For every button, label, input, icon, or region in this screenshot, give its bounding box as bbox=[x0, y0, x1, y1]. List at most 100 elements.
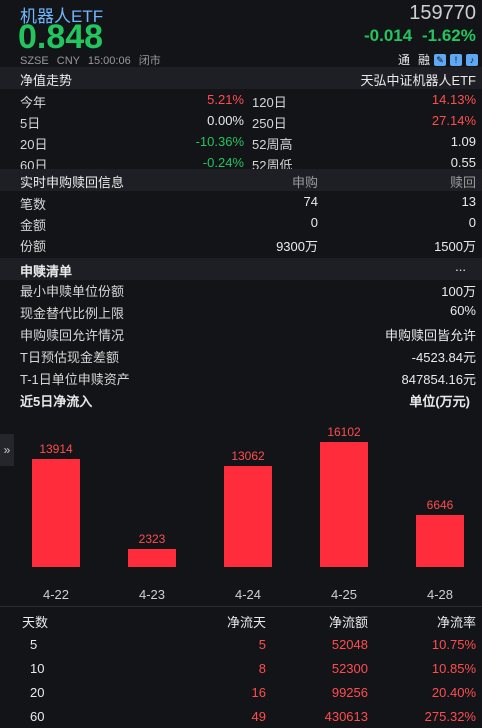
edit-icon[interactable]: ✎ bbox=[434, 54, 446, 66]
realtime-header: 实时申购赎回信息 申购 赎回 bbox=[0, 169, 482, 191]
realtime-redeem-value: 0 bbox=[468, 215, 476, 230]
chart-bar bbox=[416, 515, 464, 567]
price-change-pct: -1.62% bbox=[422, 26, 476, 45]
list-label: 申购赎回允许情况 bbox=[20, 328, 125, 343]
net-rate-cell: 10.75% bbox=[431, 637, 476, 652]
chart-bar bbox=[320, 442, 368, 567]
list-value: -4523.84元 bbox=[411, 350, 476, 365]
col-net-amount: 净流额 bbox=[328, 615, 368, 630]
list-label: 现金替代比例上限 bbox=[20, 306, 125, 321]
chart-category-label: 4-23 bbox=[138, 587, 166, 602]
market-status: 闭市 bbox=[138, 55, 161, 67]
trend-header: 净值走势 天弘中证机器人ETF bbox=[0, 67, 482, 89]
alert-icon[interactable]: ! bbox=[450, 54, 462, 66]
table-row: 10 8 52300 10.85% bbox=[0, 658, 482, 680]
net-days-cell: 49 bbox=[251, 709, 266, 724]
net-days-cell: 8 bbox=[258, 661, 266, 676]
trend-row: 5日 0.00% 250日 27.14% bbox=[0, 110, 482, 132]
table-row: 60 49 430613 275.32% bbox=[0, 706, 482, 728]
days-cell: 5 bbox=[30, 637, 38, 652]
list-row: T-1日单位申赎资产 847854.16元 bbox=[0, 366, 482, 388]
trend-label-right: 120日 bbox=[252, 95, 287, 110]
list-row: T日预估现金差额 -4523.84元 bbox=[0, 344, 482, 366]
currency-label: CNY bbox=[56, 55, 80, 67]
chart-unit: 单位(万元) bbox=[409, 394, 470, 409]
side-expand-tab[interactable]: » bbox=[0, 434, 14, 466]
list-value: 申购赎回皆允许 bbox=[384, 328, 476, 343]
trend-label-right: 250日 bbox=[252, 116, 287, 131]
net-rate-cell: 275.32% bbox=[424, 709, 476, 724]
table-row: 5 5 52048 10.75% bbox=[0, 634, 482, 656]
list-label: T-1日单位申赎资产 bbox=[20, 372, 130, 387]
realtime-col-redeem: 赎回 bbox=[449, 175, 476, 190]
days-cell: 20 bbox=[30, 685, 45, 700]
realtime-label: 金额 bbox=[20, 218, 47, 233]
bell-icon[interactable]: ♪ bbox=[466, 54, 478, 66]
trend-label-right: 52周高 bbox=[252, 137, 293, 152]
chart-bar bbox=[224, 466, 272, 567]
index-name[interactable]: 天弘中证机器人ETF bbox=[360, 70, 476, 89]
realtime-label: 笔数 bbox=[20, 197, 47, 212]
days-cell: 60 bbox=[30, 709, 45, 724]
realtime-buy-value: 0 bbox=[310, 215, 318, 230]
realtime-row: 份额 9300万 1500万 bbox=[0, 233, 482, 255]
chart-header: 近5日净流入 单位(万元) bbox=[0, 388, 482, 410]
chart-category-label: 4-25 bbox=[330, 587, 358, 602]
trend-value-right: 27.14% bbox=[431, 113, 476, 128]
price-change: -0.014 bbox=[364, 26, 413, 45]
net-amount-cell: 52048 bbox=[331, 637, 368, 652]
tag-tong[interactable]: 通 bbox=[398, 51, 410, 68]
net-amount-cell: 99256 bbox=[331, 685, 368, 700]
exchange-label: SZSE bbox=[20, 55, 49, 67]
stock-code: 159770 bbox=[409, 2, 476, 24]
col-days: 天数 bbox=[22, 615, 49, 630]
chart-category-label: 4-22 bbox=[42, 587, 70, 602]
chart-category-label: 4-28 bbox=[426, 587, 454, 602]
col-net-rate: 净流率 bbox=[436, 615, 476, 630]
chart-bar bbox=[32, 459, 80, 567]
chart-value-label: 6646 bbox=[426, 498, 454, 512]
flow-table-header: 天数 净流天 净流额 净流率 bbox=[0, 609, 482, 631]
trend-title: 净值走势 bbox=[20, 73, 73, 88]
net-amount-cell: 52300 bbox=[331, 661, 368, 676]
net-rate-cell: 20.40% bbox=[431, 685, 476, 700]
list-value: 847854.16元 bbox=[401, 372, 476, 387]
net-days-cell: 16 bbox=[251, 685, 266, 700]
list-value: 100万 bbox=[441, 284, 476, 299]
realtime-row: 笔数 74 13 bbox=[0, 191, 482, 213]
trend-label-left: 今年 bbox=[20, 95, 47, 110]
trend-row: 今年 5.21% 120日 14.13% bbox=[0, 89, 482, 111]
divider bbox=[0, 606, 482, 607]
trend-value-left: 0.00% bbox=[207, 113, 244, 128]
trend-value-left: 5.21% bbox=[207, 92, 244, 107]
trend-row: 20日 -10.36% 52周高 1.09 bbox=[0, 131, 482, 153]
tag-rong[interactable]: 融 bbox=[418, 51, 430, 68]
list-value: 60% bbox=[449, 303, 476, 318]
chart-value-label: 13062 bbox=[231, 449, 265, 463]
trend-value-right: 0.55 bbox=[450, 155, 476, 170]
list-label: T日预估现金差额 bbox=[20, 350, 119, 365]
realtime-redeem-value: 1500万 bbox=[434, 239, 476, 254]
market-meta: SZSE CNY 15:00:06 闭市 bbox=[20, 52, 161, 68]
chart-value-label: 2323 bbox=[138, 532, 166, 546]
table-row: 20 16 99256 20.40% bbox=[0, 682, 482, 704]
realtime-redeem-value: 13 bbox=[461, 194, 476, 209]
realtime-col-buy: 申购 bbox=[292, 175, 319, 190]
chart-value-label: 13914 bbox=[39, 442, 73, 456]
net-rate-cell: 10.85% bbox=[431, 661, 476, 676]
list-label: 最小申赎单位份额 bbox=[20, 284, 125, 299]
trend-value-right: 1.09 bbox=[450, 134, 476, 149]
realtime-title: 实时申购赎回信息 bbox=[20, 175, 125, 190]
realtime-buy-value: 9300万 bbox=[276, 239, 318, 254]
list-more-button[interactable]: ... bbox=[455, 259, 466, 274]
list-row: 现金替代比例上限 60% bbox=[0, 300, 482, 322]
trend-label-left: 20日 bbox=[20, 137, 48, 152]
col-net-days: 净流天 bbox=[226, 615, 266, 630]
days-cell: 10 bbox=[30, 661, 45, 676]
realtime-buy-value: 74 bbox=[303, 194, 318, 209]
chart-value-label: 16102 bbox=[327, 425, 361, 439]
list-header: 申赎清单 ... bbox=[0, 258, 482, 280]
chart-category-label: 4-24 bbox=[234, 587, 262, 602]
list-row: 申购赎回允许情况 申购赎回皆允许 bbox=[0, 322, 482, 344]
trend-value-left: -10.36% bbox=[195, 134, 244, 149]
